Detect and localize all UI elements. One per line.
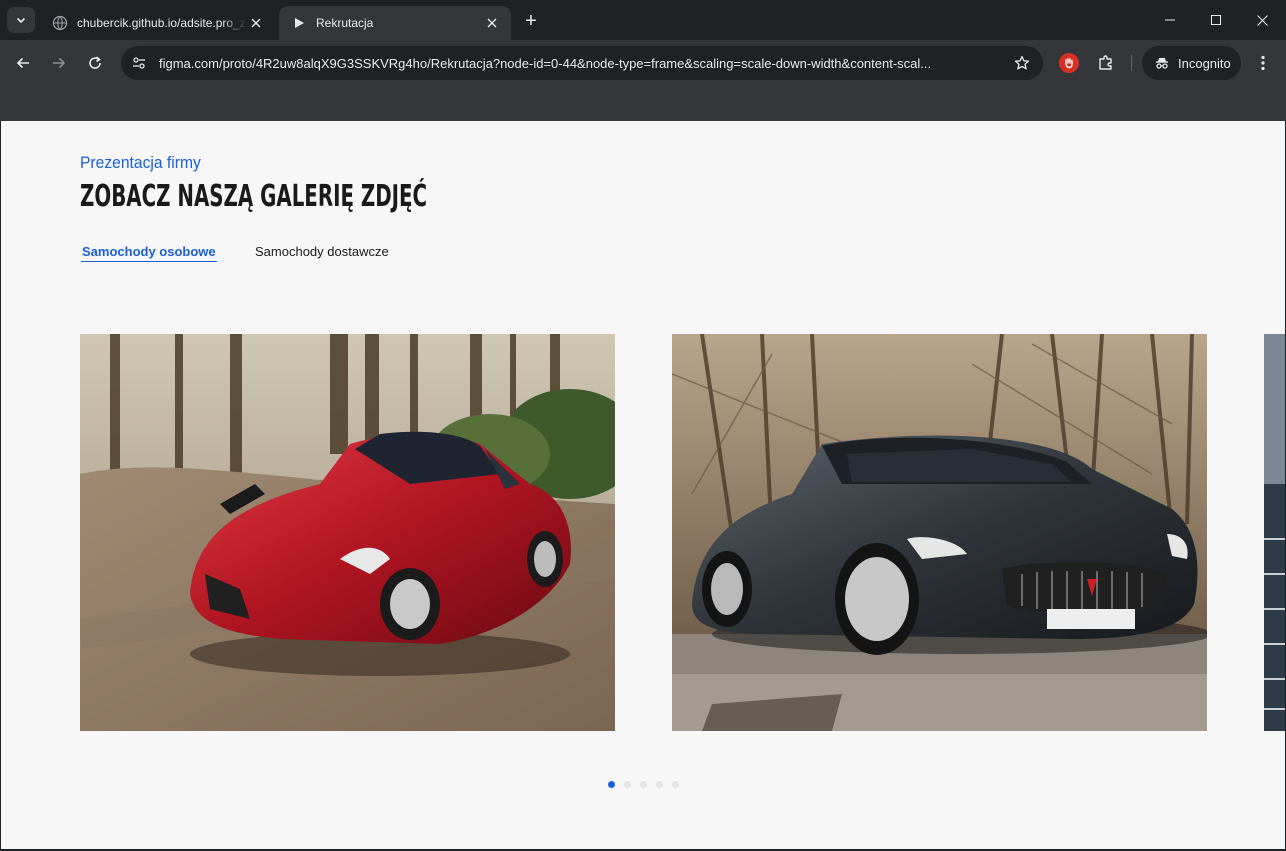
tab-close-button[interactable]	[483, 14, 501, 32]
tab-title: chubercik.github.io/adsite.pro_zadanie	[77, 16, 247, 30]
globe-icon	[52, 15, 68, 31]
page-title: ZOBACZ NASZĄ GALERIĘ ZDJĘĆ	[80, 179, 428, 214]
pagination-dot[interactable]	[672, 781, 679, 788]
carousel-pagination	[608, 781, 679, 788]
browser-toolbar: figma.com/proto/4R2uw8alqX9G3SSKVRg4ho/R…	[0, 40, 1286, 86]
close-icon	[1256, 14, 1268, 26]
star-icon	[1014, 55, 1030, 70]
extensions-button[interactable]	[1094, 51, 1118, 75]
gallery-photo-next-partial[interactable]	[1264, 334, 1285, 731]
incognito-icon	[1154, 55, 1170, 71]
browser-menu-button[interactable]	[1253, 51, 1273, 75]
incognito-indicator[interactable]: Incognito	[1142, 46, 1241, 80]
minimize-icon	[1165, 19, 1175, 21]
figma-play-icon	[291, 15, 307, 31]
minimize-button[interactable]	[1147, 0, 1193, 40]
chevron-down-icon	[16, 17, 26, 24]
pagination-dot[interactable]	[656, 781, 663, 788]
hand-stop-icon	[1065, 58, 1073, 69]
reload-icon	[89, 56, 101, 69]
maximize-icon	[1211, 15, 1221, 25]
site-info-button[interactable]	[127, 51, 151, 75]
tab-adsite[interactable]: chubercik.github.io/adsite.pro_zadanie	[40, 6, 275, 40]
tab-samochody-dostawcze[interactable]: Samochody dostawcze	[255, 244, 389, 259]
back-button[interactable]	[8, 48, 38, 78]
reload-button[interactable]	[80, 48, 110, 78]
maximize-button[interactable]	[1193, 0, 1239, 40]
tab-close-button[interactable]	[247, 14, 265, 32]
gallery-photo-grey-convertible[interactable]	[672, 334, 1207, 731]
puzzle-icon	[1099, 55, 1112, 70]
toolbar-separator	[1131, 55, 1132, 71]
gallery-photo-red-coupe[interactable]	[80, 334, 615, 731]
more-vert-icon	[1261, 55, 1265, 71]
incognito-label: Incognito	[1178, 55, 1231, 71]
extension-stop-button[interactable]	[1059, 53, 1079, 73]
tab-search-button[interactable]	[7, 7, 35, 33]
new-tab-button[interactable]: +	[520, 10, 542, 32]
pagination-dot[interactable]	[640, 781, 647, 788]
tab-title: Rekrutacja	[316, 16, 374, 30]
tab-rekrutacja[interactable]: Rekrutacja	[279, 6, 511, 40]
address-bar[interactable]: figma.com/proto/4R2uw8alqX9G3SSKVRg4ho/R…	[121, 46, 1043, 80]
tab-samochody-osobowe[interactable]: Samochody osobowe	[81, 244, 217, 262]
arrow-right-icon	[53, 57, 66, 69]
url-text: figma.com/proto/4R2uw8alqX9G3SSKVRg4ho/R…	[159, 55, 932, 71]
close-icon	[251, 18, 261, 28]
section-eyebrow: Prezentacja firmy	[80, 153, 201, 172]
bookmark-star-button[interactable]	[1013, 54, 1031, 72]
arrow-left-icon	[16, 57, 29, 69]
close-icon	[487, 18, 497, 28]
figma-toolbar-strip	[0, 86, 1286, 121]
pagination-dot[interactable]	[624, 781, 631, 788]
tab-strip: chubercik.github.io/adsite.pro_zadanie R…	[0, 0, 1286, 40]
pagination-dot[interactable]	[608, 781, 615, 788]
tune-icon	[133, 57, 145, 69]
window-close-button[interactable]	[1239, 0, 1285, 40]
page-viewport: Prezentacja firmy ZOBACZ NASZĄ GALERIĘ Z…	[1, 121, 1285, 849]
forward-button[interactable]	[44, 48, 74, 78]
